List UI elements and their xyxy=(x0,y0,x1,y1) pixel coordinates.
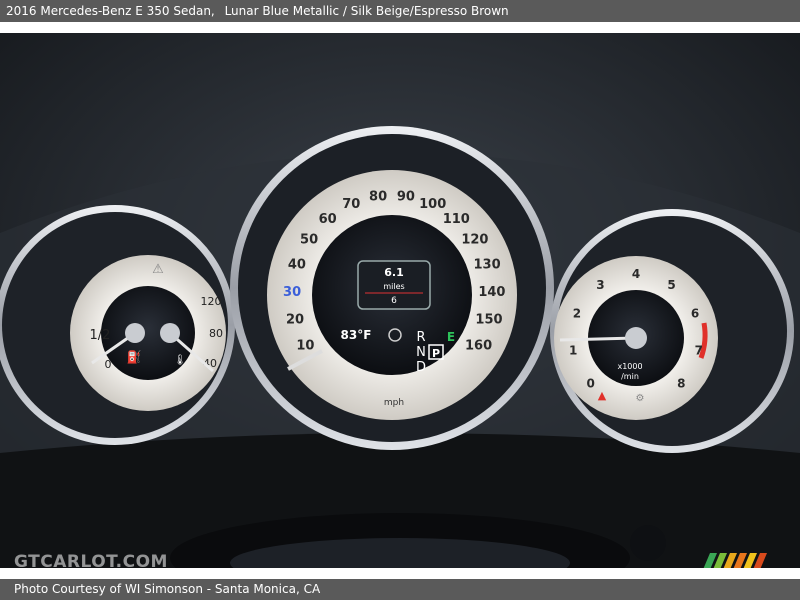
speed-tick-30: 30 xyxy=(283,285,301,300)
speed-tick-130: 130 xyxy=(474,258,501,273)
title-bar: 2016 Mercedes-Benz E 350 Sedan, Lunar Bl… xyxy=(0,0,800,22)
tachometer: 0 1 2 3 4 5 6 7 8 x1000 /min ▲ ⚙ xyxy=(550,209,794,453)
brake-warning-icon: ▲ xyxy=(598,389,607,402)
speed-unit: mph xyxy=(384,398,404,408)
trip-value: 6.1 xyxy=(384,266,404,279)
dashboard-photo: 1/2 0 120 80 40 ⛽ 🌡 ⚠ 10 20 30 40 50 60 70 80 90… xyxy=(0,33,800,568)
speed-tick-100: 100 xyxy=(419,197,446,212)
fuel-hub xyxy=(125,323,145,343)
gear-d: D xyxy=(416,360,426,375)
instrument-cluster: 1/2 0 120 80 40 ⛽ 🌡 ⚠ 1020304050607080 90… xyxy=(0,33,800,568)
speed-tick-60: 60 xyxy=(319,212,337,227)
speed-tick-70: 70 xyxy=(342,197,360,212)
speed-tick-10: 10 xyxy=(296,339,314,354)
coolant-temp-icon: 🌡 xyxy=(174,354,187,366)
warning-triangle-icon: ⚠ xyxy=(152,262,164,277)
tach-tick-6: 6 xyxy=(691,307,699,321)
engine-check-icon: ⚙ xyxy=(636,393,645,404)
speed-tick-90: 90 xyxy=(397,190,415,205)
left-gauge: 1/2 0 120 80 40 ⛽ 🌡 ⚠ xyxy=(0,205,235,445)
speed-tick-140: 140 xyxy=(478,285,505,300)
tach-tick-8: 8 xyxy=(677,377,685,391)
tach-tick-7: 7 xyxy=(695,344,703,358)
gear-r: R xyxy=(416,330,425,345)
outside-temperature: 83°F xyxy=(341,328,372,342)
speed-tick-40: 40 xyxy=(288,258,306,273)
temp-label-high: 120 xyxy=(201,295,222,308)
fuel-label-empty: 0 xyxy=(105,358,112,371)
tach-tick-5: 5 xyxy=(667,278,675,292)
speedometer: 1020304050607080 90100110120130140150160 … xyxy=(230,126,554,450)
tach-unit-bottom: /min xyxy=(621,372,639,381)
tach-needle xyxy=(559,336,637,342)
car-colors: Lunar Blue Metallic / Silk Beige/Espress… xyxy=(224,4,509,18)
temp-label-mid: 80 xyxy=(209,327,223,340)
temp-hub xyxy=(160,323,180,343)
tach-tick-1: 1 xyxy=(569,344,577,358)
fuel-pump-icon: ⛽ xyxy=(127,350,142,364)
trip-unit: miles xyxy=(383,282,404,291)
speed-tick-120: 120 xyxy=(461,233,488,248)
speed-tick-20: 20 xyxy=(286,313,304,328)
gear-p: P xyxy=(432,347,440,360)
gear-n: N xyxy=(416,345,426,360)
speed-tick-150: 150 xyxy=(475,313,502,328)
trip-sub-value: 6 xyxy=(391,296,397,306)
tach-tick-0: 0 xyxy=(587,377,595,391)
fuel-label-half: 1/2 xyxy=(90,328,111,343)
tach-tick-4: 4 xyxy=(632,267,640,281)
tach-tick-3: 3 xyxy=(596,278,604,292)
top-margin xyxy=(0,22,800,33)
speed-tick-50: 50 xyxy=(300,233,318,248)
speed-tick-110: 110 xyxy=(443,212,470,227)
credit-bar: Photo Courtesy of WI Simonson - Santa Mo… xyxy=(0,579,800,600)
eco-mode-indicator: E xyxy=(447,330,455,344)
car-title: 2016 Mercedes-Benz E 350 Sedan, xyxy=(6,4,215,18)
tach-unit-top: x1000 xyxy=(617,362,642,371)
tach-tick-2: 2 xyxy=(573,307,581,321)
photo-credit: Photo Courtesy of WI Simonson - Santa Mo… xyxy=(14,582,321,596)
speed-tick-80: 80 xyxy=(369,190,387,205)
bottom-margin xyxy=(0,568,800,579)
speed-tick-160: 160 xyxy=(465,339,492,354)
tach-hub xyxy=(625,327,647,349)
